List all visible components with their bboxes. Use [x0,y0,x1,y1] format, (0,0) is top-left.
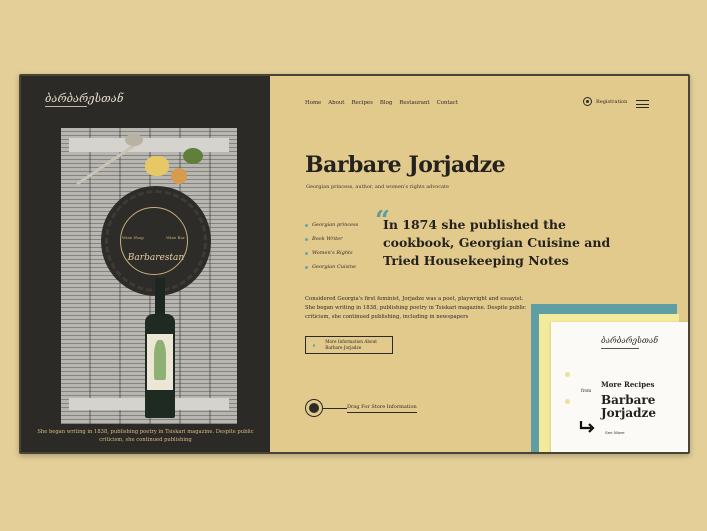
nav-restaurant[interactable]: Restaurant [399,100,429,106]
page-title: Barbare Jorjadze [305,152,506,178]
plate-right-label: Wine Bar [166,235,185,240]
drag-handle-icon[interactable] [305,399,323,417]
tag-item[interactable]: Book Writer [305,236,358,242]
arrow-turn-icon [579,421,595,433]
nav-contact[interactable]: Contact [437,100,458,106]
bottle-label-art [154,340,166,380]
card-heading: More Recipes [601,380,655,389]
bio-paragraph: Considered Georgia's first feminist, Jor… [305,296,526,320]
card-name: Barbare Jorjadze [601,393,656,420]
bullet-icon [313,343,316,347]
nav-recipes[interactable]: Recipes [351,100,372,106]
card-logo: ბარბარესთან [601,336,658,345]
tag-list: Georgian princess Book Writer Women's Ri… [305,222,358,278]
hero-quote: In 1874 she published the cookbook, Geor… [383,217,611,268]
left-panel: ბარბარესთან Wine Shop Wine Bar Barbarest… [21,76,270,452]
cheese-image [145,156,169,176]
tag-item[interactable]: Georgian Cuisine [305,264,358,270]
tag-item[interactable]: Georgian princess [305,222,358,228]
main-window: ბარბარესთან Wine Shop Wine Bar Barbarest… [19,74,690,454]
restaurant-plate: Wine Shop Wine Bar Barbarestan [105,190,207,292]
drag-label: Drag For Store Information [347,404,417,413]
user-icon [583,97,592,106]
brand-logo[interactable]: ბარბარესთან [45,92,123,105]
logo-underline [45,106,87,107]
plate-title: Barbarestan [127,253,185,263]
card-dot [565,372,570,377]
left-caption: She began writing in 1838, publishing po… [37,429,254,443]
hamburger-menu-icon[interactable] [636,100,649,108]
nav-blog[interactable]: Blog [380,100,392,106]
spoon-head-image [125,134,143,146]
page-subtitle: Georgian princess, author, and women's r… [306,184,449,190]
plate-left-label: Wine Shop [122,235,144,240]
wine-bottle-image [145,278,175,418]
more-info-label: More Information About Barbare Jorjadze [325,339,377,350]
see-more-link[interactable]: See More [605,430,625,435]
registration-label: Registration [596,98,628,105]
drag-line [323,407,347,409]
nav-home[interactable]: Home [305,100,321,106]
tag-item[interactable]: Women's Rights [305,250,358,256]
newspaper-headline [69,138,229,152]
more-info-button[interactable]: More Information About Barbare Jorjadze [305,336,393,354]
bread-image [171,168,187,184]
bottle-neck [155,278,165,318]
herb-image [183,148,203,164]
plate-ring [120,207,188,275]
card-dot [565,399,570,404]
hero-photo: Wine Shop Wine Bar Barbarestan [61,128,237,424]
registration-link[interactable]: Registration [583,97,627,106]
drag-store-control[interactable]: Drag For Store Information [305,399,417,417]
card-from-label: from [581,388,592,393]
nav-about[interactable]: About [328,100,344,106]
top-nav: Home About Recipes Blog Restaurant Conta… [305,100,458,106]
card-logo-underline [601,348,639,349]
recipes-card[interactable]: ბარბარესთან More Recipes from Barbare Jo… [551,322,688,452]
